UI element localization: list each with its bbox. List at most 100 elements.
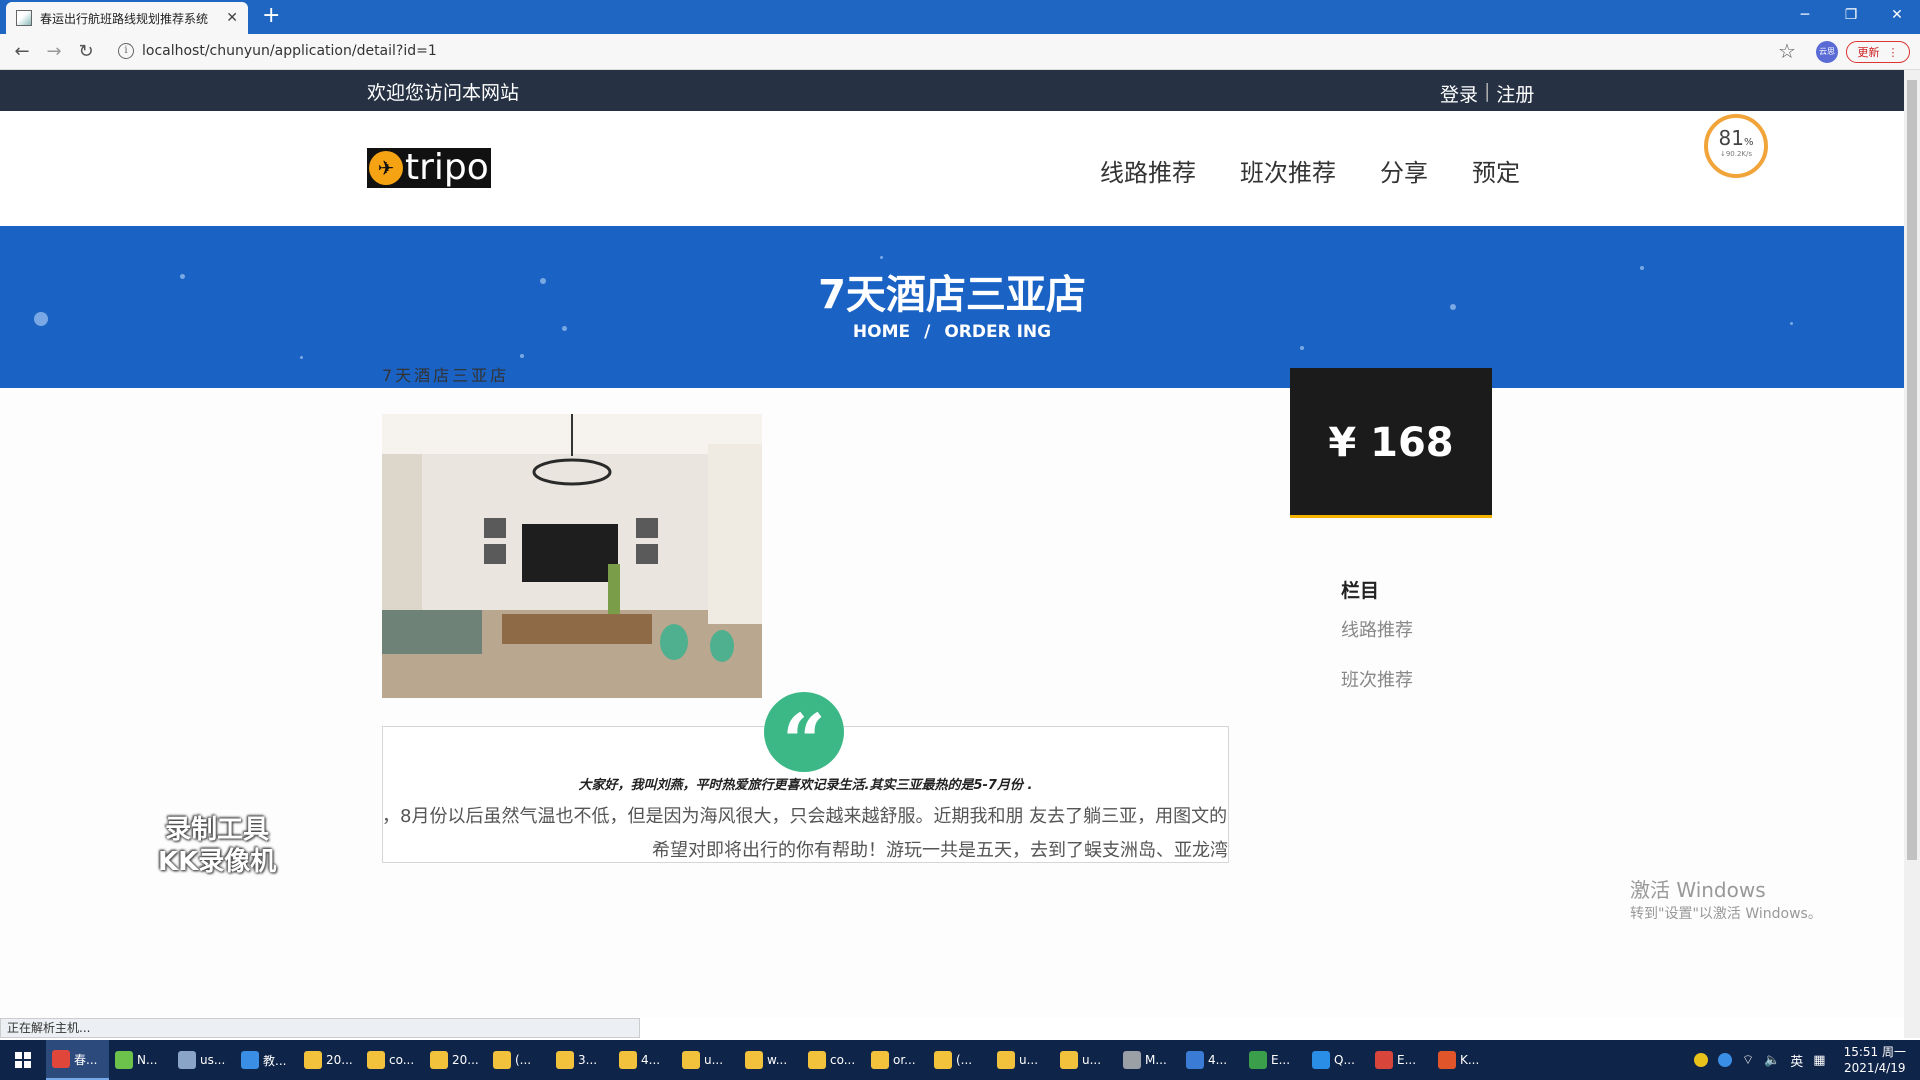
taskbar-item-label: 4...: [1208, 1053, 1228, 1067]
taskbar-app-icon: [1186, 1051, 1204, 1069]
browser-tab-active[interactable]: 春运出行航班路线规划推荐系统 ✕: [6, 2, 248, 34]
welcome-text: 欢迎您访问本网站: [367, 82, 520, 104]
start-button[interactable]: [0, 1040, 46, 1080]
taskbar-app-icon: [178, 1051, 196, 1069]
page-viewport: 欢迎您访问本网站 登录 | 注册 ✈ tripo 线路推荐 班次推荐 分享 预定…: [0, 70, 1904, 1018]
taskbar-item-label: 教...: [263, 1053, 287, 1068]
price-card: ¥ 168: [1290, 368, 1492, 518]
tray-network-app-icon[interactable]: [1717, 1053, 1732, 1067]
tab-close-icon[interactable]: ✕: [226, 10, 238, 26]
tab-title: 春运出行航班路线规划推荐系统: [40, 11, 209, 26]
ime-indicator[interactable]: 英: [1790, 1051, 1803, 1070]
nav-share[interactable]: 分享: [1380, 153, 1428, 188]
back-arrow-icon[interactable]: ←: [10, 40, 34, 64]
sidebar-link-schedule-recommend[interactable]: 班次推荐: [1341, 666, 1413, 692]
update-button[interactable]: 更新 ⋮: [1846, 41, 1910, 63]
recorder-watermark: 录制工具 KK录像机: [158, 815, 277, 877]
taskbar-item[interactable]: Q...: [1306, 1040, 1369, 1080]
taskbar-item[interactable]: (...: [487, 1040, 550, 1080]
system-clock[interactable]: 15:51 周一 2021/4/19: [1844, 1044, 1906, 1076]
windows-taskbar: 春... N... us... 教... 20... co... 20... (... 3...…: [0, 1040, 1920, 1080]
sidebar-link-route-recommend[interactable]: 线路推荐: [1341, 616, 1413, 642]
taskbar-app-icon: [1249, 1051, 1267, 1069]
taskbar-item[interactable]: N...: [109, 1040, 172, 1080]
breadcrumb-current: ORDER ING: [944, 322, 1052, 342]
site-logo[interactable]: ✈ tripo: [367, 148, 491, 188]
scrollbar-thumb[interactable]: [1907, 80, 1917, 860]
taskbar-item[interactable]: u...: [1054, 1040, 1117, 1080]
tray-app-icon[interactable]: [1693, 1053, 1708, 1067]
taskbar-item[interactable]: co...: [361, 1040, 424, 1080]
taskbar-app-icon: [1312, 1051, 1330, 1069]
breadcrumb-home[interactable]: HOME: [853, 322, 910, 342]
taskbar-item[interactable]: E...: [1369, 1040, 1432, 1080]
taskbar-app-icon: [52, 1050, 70, 1068]
taskbar-item[interactable]: u...: [676, 1040, 739, 1080]
register-link[interactable]: 注册: [1496, 80, 1534, 107]
taskbar-item[interactable]: 教...: [235, 1040, 298, 1080]
notification-icon[interactable]: ▦: [1813, 1053, 1825, 1068]
taskbar-item-label: Q...: [1334, 1053, 1355, 1067]
taskbar-item[interactable]: co...: [802, 1040, 865, 1080]
volume-icon[interactable]: 🔈: [1764, 1053, 1780, 1068]
logo-text: tripo: [405, 147, 489, 188]
forward-arrow-icon[interactable]: →: [42, 40, 66, 64]
reload-icon[interactable]: ↻: [74, 40, 98, 64]
taskbar-item[interactable]: 20...: [298, 1040, 361, 1080]
taskbar-app-icon: [493, 1051, 511, 1069]
taskbar-item[interactable]: 20...: [424, 1040, 487, 1080]
close-window-icon[interactable]: ✕: [1874, 0, 1920, 30]
taskbar-item-label: K...: [1460, 1053, 1480, 1067]
new-tab-icon[interactable]: +: [262, 5, 280, 27]
taskbar-app-icon: [997, 1051, 1015, 1069]
taskbar-item[interactable]: 3...: [550, 1040, 613, 1080]
taskbar-item-label: 3...: [578, 1053, 598, 1067]
activate-subtitle: 转到"设置"以激活 Windows。: [1630, 906, 1822, 922]
profile-avatar[interactable]: 云思: [1816, 41, 1838, 63]
browser-tab-bar: 春运出行航班路线规划推荐系统 ✕ + ─ ❐ ✕: [0, 0, 1920, 34]
breadcrumb: HOME / ORDER ING: [0, 322, 1904, 342]
taskbar-item-label: 20...: [452, 1053, 479, 1067]
taskbar-app-icon: [241, 1051, 259, 1069]
restore-icon[interactable]: ❐: [1828, 0, 1874, 30]
taskbar-item[interactable]: (...: [928, 1040, 991, 1080]
taskbar-item-label: co...: [389, 1053, 415, 1067]
taskbar-item[interactable]: or...: [865, 1040, 928, 1080]
minimize-icon[interactable]: ─: [1782, 0, 1828, 30]
taskbar-item[interactable]: 4...: [1180, 1040, 1243, 1080]
nav-route-recommend[interactable]: 线路推荐: [1100, 153, 1196, 188]
taskbar-item[interactable]: 春...: [46, 1040, 109, 1080]
site-info-icon[interactable]: i: [118, 43, 134, 59]
taskbar-item[interactable]: w...: [739, 1040, 802, 1080]
taskbar-app-icon: [115, 1051, 133, 1069]
windows-logo-icon: [15, 1052, 31, 1068]
network-speed-widget[interactable]: 81% ↓90.2K/s: [1704, 114, 1768, 178]
auth-links: 登录 | 注册: [1440, 80, 1534, 107]
taskbar-item[interactable]: u...: [991, 1040, 1054, 1080]
nav-booking[interactable]: 预定: [1472, 153, 1520, 188]
nav-schedule-recommend[interactable]: 班次推荐: [1240, 153, 1336, 188]
menu-dots-icon: ⋮: [1887, 45, 1899, 59]
bookmark-star-icon[interactable]: ☆: [1778, 39, 1796, 63]
address-bar-row: ← → ↻ i localhost/chunyun/application/de…: [0, 34, 1920, 70]
taskbar-app-icon: [1123, 1051, 1141, 1069]
taskbar-app-icon: [1375, 1051, 1393, 1069]
wifi-icon[interactable]: ⌔: [1742, 1052, 1754, 1068]
speed-rate: ↓90.2K/s: [1719, 150, 1753, 158]
windows-activation-notice: 激活 Windows 转到"设置"以激活 Windows。: [1630, 874, 1822, 923]
taskbar-item-label: (...: [515, 1053, 532, 1067]
taskbar-item-label: u...: [1082, 1053, 1102, 1067]
system-tray: ⌔ 🔈 英 ▦ 15:51 周一 2021/4/19: [1693, 1040, 1920, 1080]
taskbar-item-label: u...: [704, 1053, 724, 1067]
quote-text: 大家好，我叫刘燕，平时热爱旅行更喜欢记录生活.其实三亚最热的是5-7月份 .: [578, 778, 1033, 793]
taskbar-item[interactable]: us...: [172, 1040, 235, 1080]
taskbar-item[interactable]: E...: [1243, 1040, 1306, 1080]
taskbar-item-label: N...: [137, 1053, 158, 1067]
taskbar-item[interactable]: 4...: [613, 1040, 676, 1080]
taskbar-item[interactable]: K...: [1432, 1040, 1495, 1080]
taskbar-item[interactable]: M...: [1117, 1040, 1180, 1080]
login-link[interactable]: 登录: [1440, 80, 1478, 107]
page-scrollbar[interactable]: [1904, 70, 1920, 1038]
taskbar-item-label: 20...: [326, 1053, 353, 1067]
url-input[interactable]: localhost/chunyun/application/detail?id=…: [142, 43, 437, 59]
